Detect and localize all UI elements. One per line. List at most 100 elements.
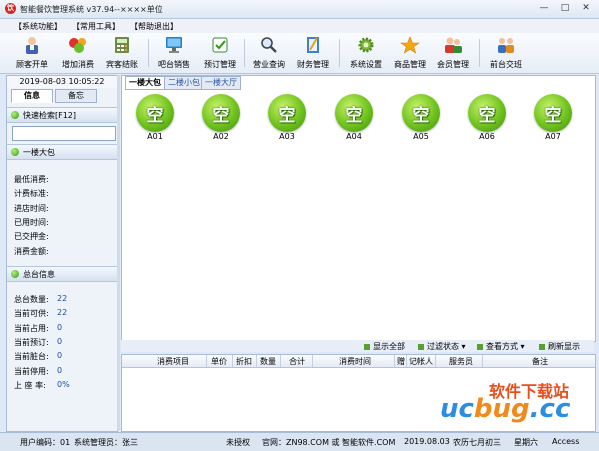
business-query-button[interactable]: 营业查询 — [246, 35, 292, 71]
table-a07[interactable]: 空 A07 — [528, 94, 578, 142]
stat-occupancy-value: 0% — [57, 380, 70, 389]
stat-occupied-value: 0 — [57, 323, 63, 332]
booking-icon — [212, 37, 228, 53]
tab-floor1-hall[interactable]: 一楼大厅 — [201, 76, 241, 90]
finance-button[interactable]: 财务管理 — [290, 35, 336, 71]
table-info-header: 一楼大包 — [7, 144, 117, 160]
toolbar-label: 财务管理 — [297, 60, 329, 69]
stat-dirty-value: 0 — [57, 351, 63, 360]
col-quantity[interactable]: 数量 — [260, 356, 276, 367]
app-logo-icon: 饮 — [5, 3, 16, 14]
magnifier-icon — [261, 37, 277, 53]
empty-table-icon: 空 — [335, 94, 373, 132]
show-all-button[interactable]: 显示全部 — [364, 341, 405, 352]
menu-help[interactable]: 【帮助退出】 — [130, 21, 178, 32]
status-database: Access — [552, 437, 580, 446]
info-checkin-time: 进店时间: — [14, 204, 49, 213]
system-settings-button[interactable]: 系统设置 — [343, 35, 389, 71]
stat-disabled-value: 0 — [57, 366, 63, 375]
col-waiter[interactable]: 服务员 — [449, 356, 473, 367]
watermark-logo: ucbug.cc — [440, 394, 571, 424]
empty-table-icon: 空 — [534, 94, 572, 132]
empty-table-icon: 空 — [202, 94, 240, 132]
col-consumption-time[interactable]: 消费时间 — [339, 356, 371, 367]
table-name: A07 — [545, 132, 561, 141]
info-billing-standard: 计费标准: — [14, 189, 49, 198]
status-bar: 用户编码：01 系统管理员：张三 未授权 官网：ZN98.COM 或 智能软件.… — [0, 432, 599, 451]
col-unit-price[interactable]: 单价 — [211, 356, 227, 367]
filter-icon — [418, 343, 424, 350]
quick-search-input[interactable] — [12, 126, 116, 141]
stat-occupied-label: 当前占用: — [14, 324, 49, 333]
toolbar-label: 预订管理 — [204, 60, 236, 69]
fruit-icon — [69, 38, 86, 53]
col-gift[interactable]: 赠 — [397, 356, 405, 367]
filter-status-dropdown[interactable]: 过滤状态 ▾ — [418, 341, 466, 352]
info-consumption-amount: 消费金额: — [14, 247, 49, 256]
maximize-button[interactable]: □ — [555, 1, 575, 15]
table-name: A05 — [413, 132, 429, 141]
table-a01[interactable]: 空 A01 — [130, 94, 180, 142]
menu-tools[interactable]: 【常用工具】 — [72, 21, 120, 32]
checkout-button[interactable]: 宾客结账 — [99, 35, 145, 71]
window-title: 智能餐饮管理系统 v37.94--××××单位 — [20, 5, 163, 14]
status-weekday: 星期六 — [514, 438, 538, 447]
table-a04[interactable]: 空 A04 — [329, 94, 379, 142]
table-a05[interactable]: 空 A05 — [396, 94, 446, 142]
stat-available-label: 当前可供: — [14, 309, 49, 318]
booking-button[interactable]: 预订管理 — [197, 35, 243, 71]
view-mode-dropdown[interactable]: 查看方式 ▾ — [477, 341, 525, 352]
close-button[interactable]: ✕ — [576, 1, 596, 15]
monitor-icon — [166, 37, 182, 53]
minimize-button[interactable]: — — [534, 1, 554, 15]
tab-info[interactable]: 信息 — [11, 89, 53, 103]
empty-table-icon: 空 — [402, 94, 440, 132]
current-datetime: 2019-08-03 10:05:22 — [7, 76, 117, 88]
table-a02[interactable]: 空 A02 — [196, 94, 246, 142]
table-name: A02 — [213, 132, 229, 141]
shift-handover-button[interactable]: 前台交班 — [483, 35, 529, 71]
member-management-button[interactable]: 会员管理 — [430, 35, 476, 71]
open-order-button[interactable]: 顾客开单 — [9, 35, 55, 71]
empty-table-icon: 空 — [468, 94, 506, 132]
tab-floor2-small-room[interactable]: 二楼小包 — [164, 76, 204, 90]
col-remark[interactable]: 备注 — [532, 356, 548, 367]
handover-icon — [498, 38, 514, 53]
tab-memo[interactable]: 备忘 — [55, 89, 97, 103]
toolbar-label: 增加消费 — [62, 60, 94, 69]
menu-system[interactable]: 【系统功能】 — [14, 21, 62, 32]
vertical-splitter[interactable] — [117, 75, 120, 430]
toolbar-separator — [339, 39, 340, 67]
status-website[interactable]: 官网：ZN98.COM 或 智能软件.COM — [262, 437, 395, 448]
status-dot-icon — [11, 111, 19, 119]
stat-total-label: 总台数量: — [14, 295, 49, 304]
toolbar-label: 系统设置 — [350, 60, 382, 69]
col-item[interactable]: 消费项目 — [157, 356, 189, 367]
add-consumption-button[interactable]: 增加消费 — [55, 35, 101, 71]
tab-floor1-large-room[interactable]: 一楼大包 — [125, 76, 165, 90]
col-discount[interactable]: 折扣 — [236, 356, 252, 367]
table-a03[interactable]: 空 A03 — [262, 94, 312, 142]
table-name: A03 — [279, 132, 295, 141]
grid-header: 消费项目 单价 折扣 数量 合计 消费时间 赠 记帐人 服务员 备注 — [122, 355, 595, 368]
menu-bar: 【系统功能】 【常用工具】 【帮助退出】 — [0, 19, 599, 33]
product-management-button[interactable]: 商品管理 — [387, 35, 433, 71]
col-recorder[interactable]: 记帐人 — [409, 356, 433, 367]
stat-dirty-label: 当前脏台: — [14, 352, 49, 361]
info-elapsed-time: 已用时间: — [14, 218, 49, 227]
filter-icon — [364, 343, 370, 350]
stat-booked-label: 当前预订: — [14, 338, 49, 347]
filter-icon — [477, 343, 483, 350]
table-a06[interactable]: 空 A06 — [462, 94, 512, 142]
toolbar-label: 会员管理 — [437, 60, 469, 69]
section-title: 一楼大包 — [23, 148, 55, 157]
stat-occupancy-label: 上 座 率: — [14, 381, 46, 390]
title-bar: 饮 智能餐饮管理系统 v37.94--××××单位 — □ ✕ — [0, 0, 599, 19]
table-name: A04 — [346, 132, 362, 141]
left-panel: 2019-08-03 10:05:22 信息 备忘 快速检索[F12] 一楼大包… — [6, 75, 118, 432]
toolbar-separator — [479, 39, 480, 67]
refresh-button[interactable]: 刷新显示 — [539, 341, 580, 352]
col-total[interactable]: 合计 — [289, 356, 305, 367]
bar-sales-button[interactable]: 吧台销售 — [151, 35, 197, 71]
toolbar-label: 前台交班 — [490, 60, 522, 69]
